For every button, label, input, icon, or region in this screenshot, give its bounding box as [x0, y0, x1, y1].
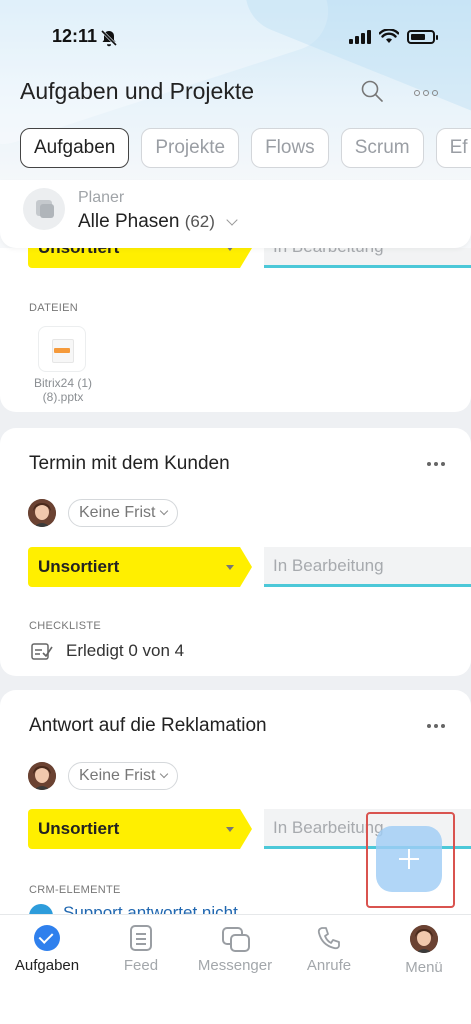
nav-item-menu[interactable]: Menü — [377, 925, 471, 976]
file-name[interactable]: Bitrix24 (1) (8).pptx — [28, 376, 98, 404]
more-options-icon[interactable] — [427, 462, 445, 466]
next-stage-label: In Bearbeitung — [273, 555, 384, 575]
chevron-down-icon — [160, 769, 169, 779]
task-title[interactable]: Antwort auf die Reklamation — [29, 715, 267, 737]
more-options-icon[interactable] — [414, 90, 438, 96]
caret-down-icon — [226, 827, 234, 832]
tab-projekte[interactable]: Projekte — [141, 128, 240, 168]
avatar-icon — [410, 925, 438, 953]
tab-ef[interactable]: Ef — [435, 128, 471, 168]
nav-label: Menü — [405, 959, 443, 976]
tab-aufgaben[interactable]: Aufgaben — [20, 128, 130, 168]
avatar[interactable] — [28, 762, 56, 790]
deadline-button[interactable]: Keine Frist — [68, 762, 179, 790]
chevron-down-icon — [160, 506, 169, 516]
avatar[interactable] — [28, 499, 56, 527]
cellular-signal-icon — [349, 29, 371, 44]
deadline-label: Keine Frist — [79, 767, 156, 784]
status-bar: 12:11 — [52, 26, 438, 50]
tab-bar: Aufgaben Projekte Flows Scrum Ef — [20, 128, 471, 168]
nav-label: Anrufe — [306, 957, 352, 974]
deadline-button[interactable]: Keine Frist — [68, 499, 179, 527]
messenger-icon — [222, 925, 250, 952]
nav-item-anrufe[interactable]: Anrufe — [282, 925, 376, 974]
tab-flows[interactable]: Flows — [251, 128, 329, 168]
chevron-down-icon — [226, 214, 238, 226]
nav-item-messenger[interactable]: Messenger — [188, 925, 282, 974]
next-stage-button[interactable]: In Bearbeitung — [264, 547, 471, 587]
check-circle-icon — [34, 925, 60, 951]
add-task-button[interactable] — [376, 826, 442, 892]
task-card[interactable]: Termin mit dem Kunden Keine Frist Unsort… — [0, 428, 471, 676]
nav-label: Aufgaben — [14, 957, 80, 974]
checklist-icon — [31, 643, 53, 660]
status-time: 12:11 — [52, 26, 98, 46]
search-icon[interactable] — [360, 79, 384, 103]
task-title[interactable]: Termin mit dem Kunden — [29, 453, 230, 475]
tab-scrum[interactable]: Scrum — [340, 128, 424, 168]
stage-button[interactable]: Unsortiert — [28, 809, 252, 849]
phone-icon — [317, 927, 340, 950]
planer-icon — [23, 188, 65, 230]
planer-value[interactable]: Alle Phasen (62) — [78, 211, 238, 233]
nav-label: Feed — [123, 957, 159, 974]
nav-label: Messenger — [197, 957, 273, 974]
nav-item-aufgaben[interactable]: Aufgaben — [0, 925, 94, 974]
caret-down-icon — [226, 565, 234, 570]
bell-off-icon — [100, 29, 118, 47]
more-options-icon[interactable] — [427, 724, 445, 728]
stage-label: Unsortiert — [38, 557, 120, 576]
page-title: Aufgaben und Projekte — [20, 78, 255, 104]
planer-count: (62) — [184, 212, 215, 231]
wifi-icon — [379, 29, 399, 43]
battery-icon — [407, 29, 438, 44]
system-icons — [349, 29, 438, 44]
feed-icon — [130, 925, 152, 951]
nav-item-feed[interactable]: Feed — [94, 925, 188, 974]
planer-selector[interactable]: Planer Alle Phasen (62) — [0, 180, 471, 248]
planer-phase: Alle Phasen — [78, 211, 180, 232]
planer-label: Planer — [78, 189, 125, 206]
bottom-navigation: Aufgaben Feed Messenger Anrufe Menü — [0, 914, 471, 1024]
checklist-progress[interactable]: Erledigt 0 von 4 — [66, 641, 184, 661]
stage-label: Unsortiert — [38, 819, 120, 838]
section-label: DATEIEN — [29, 302, 78, 314]
section-label: CHECKLISTE — [29, 620, 102, 632]
pptx-file-icon[interactable] — [38, 326, 86, 372]
deadline-label: Keine Frist — [79, 504, 156, 521]
section-label: CRM-ELEMENTE — [29, 884, 121, 896]
stage-button[interactable]: Unsortiert — [28, 547, 252, 587]
